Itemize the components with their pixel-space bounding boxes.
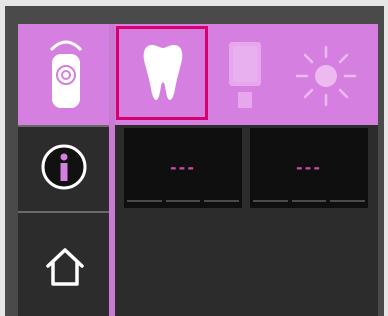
value-tile-left-segments bbox=[124, 200, 242, 204]
value-tile-right-value: --- bbox=[296, 158, 322, 177]
curing-light-icon[interactable] bbox=[48, 36, 84, 112]
value-tile-right-segments bbox=[250, 200, 368, 204]
value-tile-left-value: --- bbox=[170, 158, 196, 177]
value-tile-right[interactable]: --- bbox=[250, 128, 368, 208]
light-sun-icon[interactable] bbox=[295, 45, 357, 107]
tooth-icon[interactable] bbox=[141, 42, 185, 102]
value-tile-left[interactable]: --- bbox=[124, 128, 242, 208]
sidebar-divider bbox=[109, 24, 115, 316]
home-icon[interactable] bbox=[43, 245, 87, 289]
sidebar-separator bbox=[18, 211, 109, 213]
info-icon[interactable] bbox=[40, 143, 88, 191]
sidebar-separator bbox=[18, 125, 109, 127]
material-cartridge-icon[interactable] bbox=[225, 38, 265, 112]
